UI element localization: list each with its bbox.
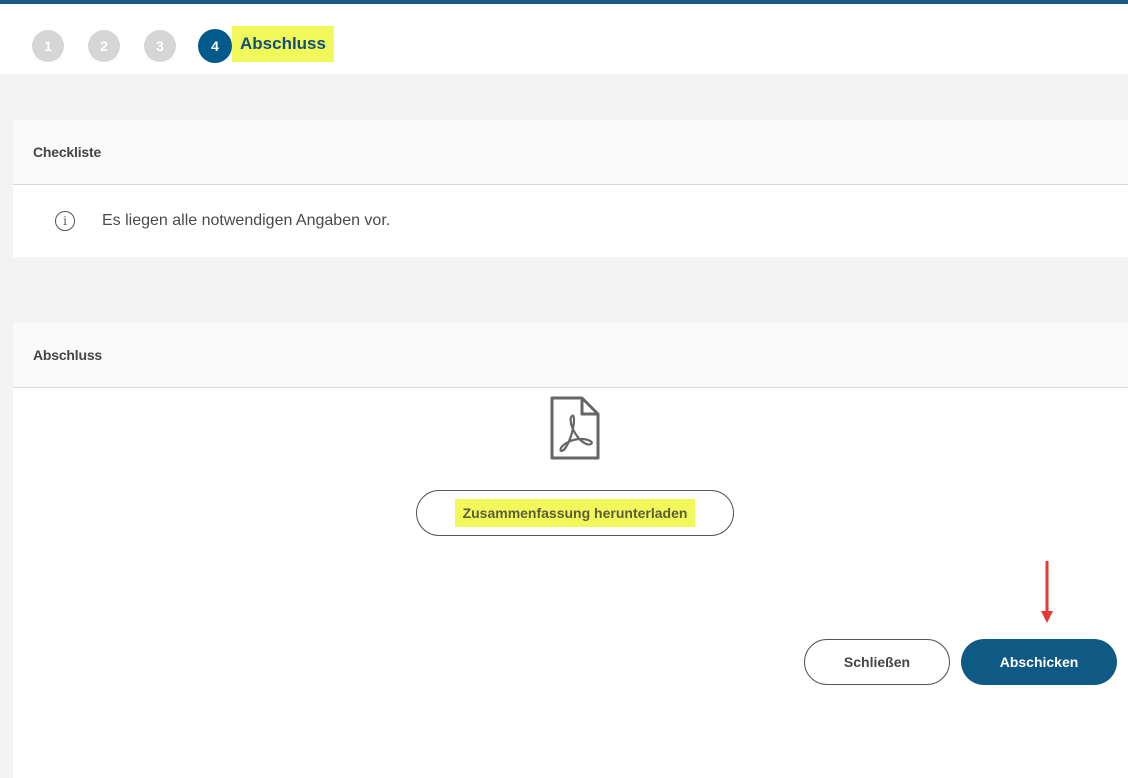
checklist-panel: Checkliste i Es liegen alle notwendigen … xyxy=(13,120,1128,257)
step-1-indicator[interactable]: 1 xyxy=(32,30,64,62)
step-2-indicator[interactable]: 2 xyxy=(88,30,120,62)
completion-heading: Abschluss xyxy=(13,323,1128,388)
checklist-message: Es liegen alle notwendigen Angaben vor. xyxy=(102,212,391,229)
close-button[interactable]: Schließen xyxy=(804,639,950,685)
completion-panel: Abschluss Zusammenfassung herunterladen … xyxy=(13,323,1128,778)
checklist-info-row: i Es liegen alle notwendigen Angaben vor… xyxy=(13,185,1128,257)
info-icon: i xyxy=(55,211,75,231)
submit-button[interactable]: Abschicken xyxy=(961,639,1117,685)
pdf-file-icon xyxy=(550,396,600,460)
stepper-bar: 1 2 3 4 Abschluss xyxy=(0,4,1128,74)
checklist-heading: Checkliste xyxy=(13,120,1128,185)
download-summary-label: Zusammenfassung herunterladen xyxy=(454,499,696,527)
step-3-indicator[interactable]: 3 xyxy=(144,30,176,62)
download-summary-button[interactable]: Zusammenfassung herunterladen xyxy=(416,490,734,536)
active-step-title: Abschluss xyxy=(232,26,334,62)
step-4-indicator: 4 xyxy=(198,29,232,63)
annotation-arrow-icon xyxy=(1041,561,1053,623)
